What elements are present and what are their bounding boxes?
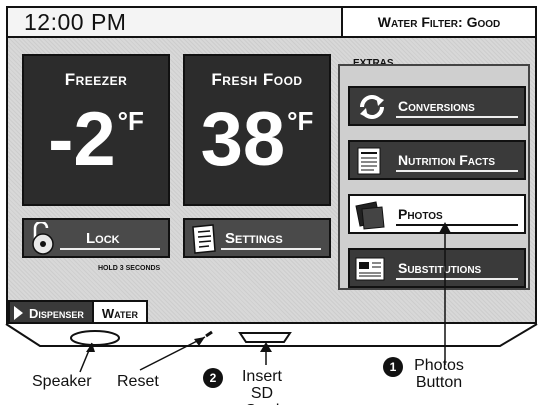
speaker-callout: Speaker: [32, 373, 92, 390]
callout-number-2: 2: [203, 368, 223, 388]
photos-button-callout: Photos Button: [414, 357, 464, 391]
reset-hole: [205, 330, 213, 338]
speaker-grille: [70, 330, 120, 346]
sd-card-slot: [238, 332, 292, 343]
insert-sd-badge: 2: [203, 368, 223, 388]
reset-callout: Reset: [117, 373, 159, 390]
hardware-diagram: [5, 222, 538, 373]
insert-sd-callout: Insert SD Card: [241, 368, 282, 405]
photos-callout-badge: 1: [383, 357, 403, 377]
callout-number-1: 1: [383, 357, 403, 377]
